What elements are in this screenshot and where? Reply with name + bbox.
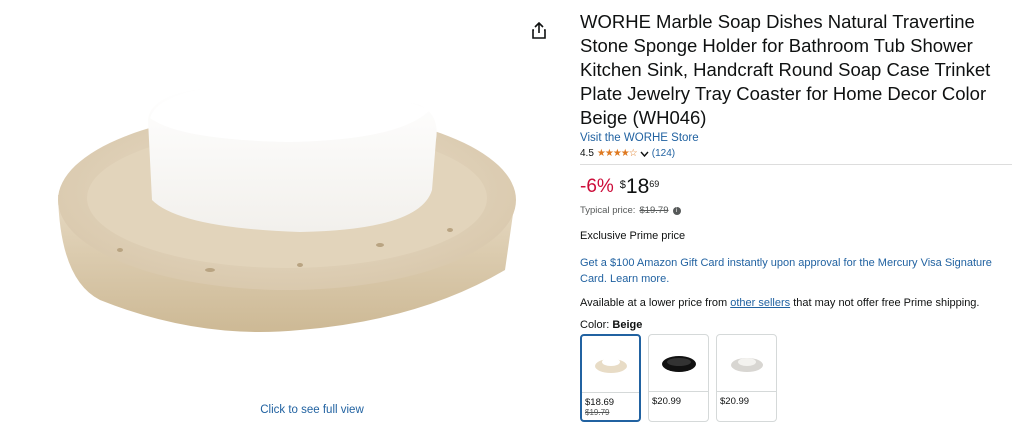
color-option-beige[interactable]: $18.69 $19.79 <box>580 334 641 422</box>
exclusive-prime-text: Exclusive Prime price <box>580 230 686 242</box>
swatch-price: $20.99 <box>652 396 682 407</box>
swatch-image <box>717 335 776 392</box>
chevron-down-icon[interactable] <box>640 151 649 157</box>
swatch-image <box>649 335 708 392</box>
lower-price-notice: Available at a lower price from other se… <box>580 297 1012 309</box>
typical-price-value: $19.79 <box>639 205 669 216</box>
info-icon[interactable]: i <box>672 206 681 215</box>
full-view-link[interactable]: Click to see full view <box>232 404 392 416</box>
product-image[interactable] <box>0 0 560 427</box>
swatch-price: $20.99 <box>720 396 750 407</box>
price-whole: 18 <box>625 175 650 198</box>
share-icon[interactable] <box>531 21 551 44</box>
rating-value: 4.5 <box>580 148 594 159</box>
store-link[interactable]: Visit the WORHE Store <box>580 132 1012 144</box>
product-title: WORHE Marble Soap Dishes Natural Travert… <box>580 11 991 128</box>
discount-percent: -6% <box>580 176 614 197</box>
avail-suffix: that may not offer free Prime shipping. <box>793 297 980 309</box>
price-fraction: 69 <box>649 179 660 189</box>
color-label-text: Color: <box>580 319 610 331</box>
avail-prefix: Available at a lower price from <box>580 297 728 309</box>
other-sellers-link[interactable]: other sellers <box>730 297 790 309</box>
price-row: -6% $ 18 69 <box>580 175 1012 199</box>
star-rating-icon[interactable]: ★★★★☆ <box>597 148 638 159</box>
swatch-image <box>582 336 639 393</box>
rating-count-link[interactable]: (124) <box>652 148 675 159</box>
color-label: Color: Beige <box>580 319 1012 331</box>
divider <box>580 164 1012 165</box>
rating-row[interactable]: 4.5 ★★★★☆ (124) <box>580 148 1012 159</box>
product-details: WORHE Marble Soap Dishes Natural Travert… <box>580 10 1012 422</box>
typical-price-label: Typical price: <box>580 205 636 216</box>
swatch-price: $18.69 <box>585 397 615 408</box>
swatch-old-price: $19.79 <box>585 408 610 417</box>
color-selected-value: Beige <box>612 319 643 331</box>
color-swatches: $18.69 $19.79 $20.99 $20.99 <box>580 334 1012 422</box>
color-option-black[interactable]: $20.99 <box>648 334 709 422</box>
color-option-white[interactable]: $20.99 <box>716 334 777 422</box>
typical-price: Typical price: $19.79 i <box>580 205 1012 216</box>
gift-card-promo-link[interactable]: Get a $100 Amazon Gift Card instantly up… <box>580 255 1012 287</box>
